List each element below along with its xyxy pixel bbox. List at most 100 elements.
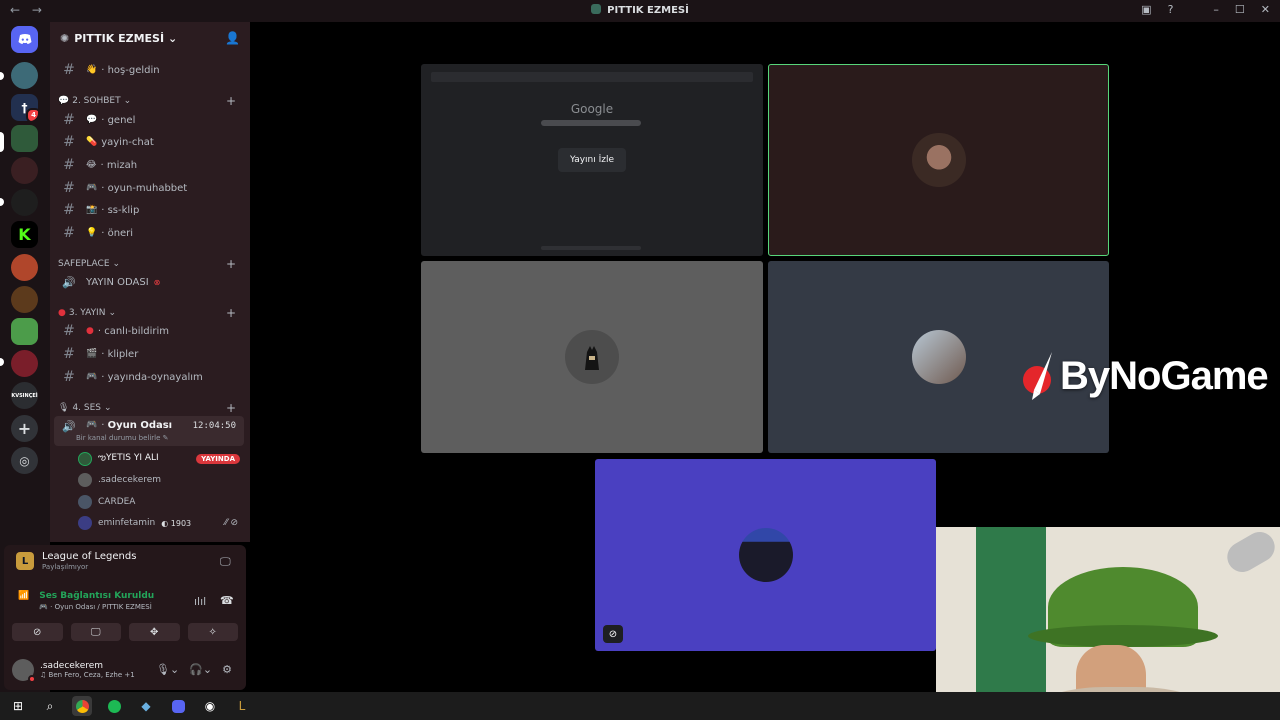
unread-pill	[0, 72, 4, 80]
avatar[interactable]	[12, 659, 36, 683]
participant-tile[interactable]: ⊘	[595, 459, 936, 651]
inbox-icon[interactable]: ▣	[1141, 3, 1151, 16]
maximize-icon[interactable]: ☐	[1235, 3, 1245, 16]
speaker-icon: 🔊	[62, 275, 76, 289]
user-area-panel: L League of Legends Paylaşılmıyor 🖵 📶 Se…	[4, 545, 246, 690]
disconnect-icon[interactable]: ☎	[220, 594, 234, 607]
hash-icon: #	[63, 157, 75, 173]
share-screen-icon[interactable]: 🖵	[220, 555, 231, 569]
server-icon[interactable]	[11, 157, 38, 184]
category-label: 3. YAYIN	[68, 308, 106, 318]
category-ses[interactable]: 🎙 4. SES ⌄ +	[58, 401, 242, 415]
server-icon[interactable]	[11, 189, 38, 216]
channel-ss-klip[interactable]: # 📸 · ss-klip	[54, 200, 244, 220]
channel-label: genel	[107, 114, 136, 126]
game-activity[interactable]: L League of Legends Paylaşılmıyor 🖵	[16, 551, 231, 571]
discord-taskbar-icon[interactable]	[168, 696, 188, 716]
channel-canli-bildirim[interactable]: # ● · canlı-bildirim	[54, 321, 244, 341]
hash-icon: #	[63, 134, 75, 150]
participant-tile-speaking[interactable]	[768, 64, 1109, 256]
add-server-icon[interactable]: +	[11, 415, 38, 442]
chevron-down-icon: ⌄	[123, 96, 132, 106]
server-icon-active[interactable]	[11, 125, 38, 152]
title-bar: ← → PITTIK EZMESİ ▣ ? – ☐ ✕	[0, 0, 1280, 22]
invite-people-icon[interactable]: 👤	[225, 31, 240, 45]
dnd-status-dot	[28, 675, 36, 683]
server-header[interactable]: ✺ PITTIK EZMESİ ⌄ 👤	[50, 22, 250, 54]
wave-emoji-icon: 👋	[86, 65, 98, 75]
server-icon[interactable]	[11, 350, 38, 377]
voice-connected-label: Ses Bağlantısı Kuruldu	[39, 591, 155, 601]
activities-button[interactable]: ✥	[129, 623, 180, 641]
discord-home-icon[interactable]	[11, 26, 38, 53]
activity-status: Paylaşılmıyor	[42, 563, 89, 571]
server-icon[interactable]	[11, 62, 38, 89]
watch-stream-button[interactable]: Yayını İzle	[558, 148, 626, 172]
set-channel-status[interactable]: Bir kanal durumu belirle ✎	[76, 434, 169, 442]
obs-icon[interactable]: ◉	[200, 696, 220, 716]
voice-member[interactable]: eminfetamin ◐ 1903 ⁄⁄ ⊘	[78, 514, 238, 532]
hash-icon: #	[63, 62, 75, 78]
mic-icon[interactable]: 🎙⌄	[156, 663, 179, 676]
hash-icon: #	[63, 112, 75, 128]
browser-toolbar	[431, 72, 753, 82]
create-channel-icon[interactable]: +	[226, 257, 236, 271]
category-sohbet[interactable]: 💬 2. SOHBET ⌄ +	[58, 94, 242, 108]
camera-off-button[interactable]: ⊘	[12, 623, 63, 641]
live-badge: YAYINDA	[196, 454, 240, 464]
search-icon[interactable]: ⌕	[40, 696, 60, 716]
channel-oneri[interactable]: # 💡 · öneri	[54, 223, 244, 243]
create-channel-icon[interactable]: +	[226, 306, 236, 320]
voice-member[interactable]: ఌYETIS YI ALI YAYINDA	[78, 450, 240, 468]
username: .sadecekerem	[40, 661, 104, 671]
channel-hos-geldin[interactable]: # 👋 · hoş-geldin	[54, 60, 244, 80]
create-channel-icon[interactable]: +	[226, 401, 236, 415]
headphones-icon[interactable]: 🎧⌄	[189, 663, 212, 676]
voice-member[interactable]: .sadecekerem	[78, 471, 238, 489]
voice-channel-yayin-odasi[interactable]: 🔊 YAYIN ODASI ⊗	[54, 272, 244, 292]
discover-compass-icon[interactable]: ◎	[11, 447, 38, 474]
kick-server-icon[interactable]: K	[11, 221, 38, 248]
voice-member[interactable]: CARDEA	[78, 493, 238, 511]
hat-brim	[1028, 625, 1218, 647]
avatar	[78, 452, 92, 466]
help-icon[interactable]: ?	[1168, 3, 1174, 16]
channel-genel[interactable]: # 💬 · genel	[54, 110, 244, 130]
category-label: 2. SOHBET	[72, 96, 121, 106]
speaker-icon: 🔊	[62, 420, 76, 433]
channel-oyun-muhabbet[interactable]: # 🎮 · oyun-muhabbet	[54, 178, 244, 198]
app-icon[interactable]: ◆	[136, 696, 156, 716]
league-client-icon[interactable]: L	[232, 696, 252, 716]
channel-klipler[interactable]: # 🎬 · klipler	[54, 344, 244, 364]
voice-connection-status[interactable]: 📶 Ses Bağlantısı Kuruldu 🎮 · Oyun Odası …	[18, 591, 154, 611]
close-icon[interactable]: ✕	[1261, 3, 1270, 16]
server-icon[interactable]	[11, 254, 38, 281]
soundboard-button[interactable]: ✧	[187, 623, 238, 641]
channel-label: yayin-chat	[101, 136, 154, 148]
server-icon[interactable]	[11, 286, 38, 313]
status-hint-text: Bir kanal durumu belirle	[76, 434, 161, 442]
channel-mizah[interactable]: # 😂 · mizah	[54, 155, 244, 175]
category-yayin[interactable]: ● 3. YAYIN ⌄ +	[58, 306, 242, 320]
voice-channel-oyun-odasi[interactable]: 🔊 🎮 · Oyun Odası 12:04:50 Bir kanal durumu…	[54, 416, 244, 446]
kvsinci-server-icon[interactable]: KVSINÇEİ	[11, 382, 38, 409]
category-safeplace[interactable]: SAFEPLACE ⌄ +	[58, 257, 242, 271]
chrome-icon[interactable]	[72, 696, 92, 716]
participant-tile[interactable]	[421, 261, 763, 453]
server-icon[interactable]: † 4	[11, 94, 38, 121]
screen-share-tile[interactable]: Google Yayını İzle	[421, 64, 763, 256]
channel-yayinda-oynayalim[interactable]: # 🎮 · yayında-oynayalım	[54, 367, 244, 387]
channel-yayin-chat[interactable]: # 💊 yayin-chat	[54, 132, 244, 152]
server-icon[interactable]	[11, 318, 38, 345]
chat-emoji-icon: 💬	[86, 115, 98, 125]
pencil-icon: ✎	[162, 434, 169, 442]
channel-label: oyun-muhabbet	[107, 182, 188, 194]
windows-start-icon[interactable]: ⊞	[8, 696, 28, 716]
share-screen-button[interactable]: 🖵	[70, 623, 121, 641]
noise-suppression-icon[interactable]: ılıl	[194, 595, 206, 608]
discord-window: ← → PITTIK EZMESİ ▣ ? – ☐ ✕ † 4 K KVSINÇ…	[0, 0, 1280, 720]
minimize-icon[interactable]: –	[1213, 3, 1219, 16]
create-channel-icon[interactable]: +	[226, 94, 236, 108]
settings-gear-icon[interactable]: ⚙	[222, 663, 232, 676]
spotify-icon[interactable]	[104, 696, 124, 716]
